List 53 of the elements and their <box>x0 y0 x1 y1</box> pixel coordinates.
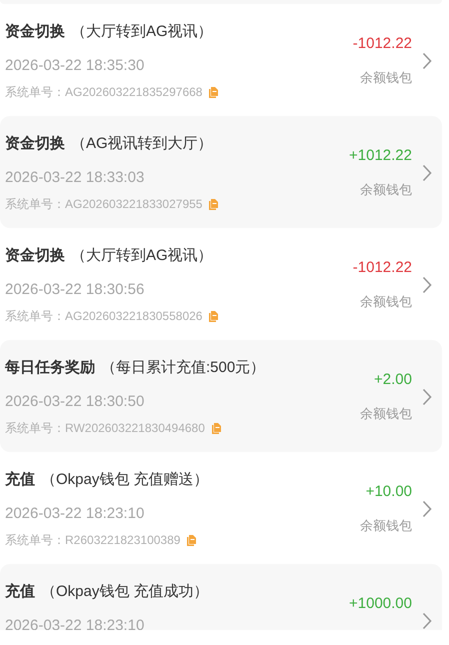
amount: +1012.22 <box>349 146 412 166</box>
chevron-right-icon[interactable] <box>422 276 432 294</box>
record-title: 充值 <box>5 470 35 490</box>
amount: -1012.22 <box>352 258 412 278</box>
record-time: 2026-03-22 18:30:50 <box>5 392 146 412</box>
record-time: 2026-03-22 18:35:30 <box>5 56 146 76</box>
copy-icon[interactable] <box>187 534 196 546</box>
chevron-right-icon[interactable] <box>422 388 432 406</box>
record-detail: （AG视讯转到大厅） <box>71 134 213 154</box>
order-number: RW202603221830494680 <box>65 420 205 437</box>
chevron-right-icon[interactable] <box>422 500 432 518</box>
order-number: AG202603221835297668 <box>65 84 202 101</box>
wallet-label: 余额钱包 <box>360 517 412 535</box>
amount: -1012.22 <box>352 34 412 54</box>
order-label: 系统单号： <box>5 308 65 325</box>
transaction-card[interactable]: 每日任务奖励 （每日累计充值:500元） 2026-03-22 18:30:50 系统单号：RW202603221830494680 +2.00 余额钱包 <box>0 340 442 452</box>
record-time: 2026-03-22 18:23:10 <box>5 616 146 630</box>
order-label: 系统单号： <box>5 84 65 101</box>
record-title: 资金切换 <box>5 246 65 266</box>
order-label: 系统单号： <box>5 420 65 437</box>
record-title: 充值 <box>5 582 35 602</box>
copy-icon[interactable] <box>212 422 221 434</box>
wallet-label: 余额钱包 <box>360 181 412 199</box>
order-label: 系统单号： <box>5 196 65 213</box>
transaction-card[interactable]: 资金切换 （AG视讯转到大厅） 2026-03-22 18:33:03 系统单号：AG202603221833027955 +1012.22 余额钱包 <box>0 116 442 228</box>
order-number: AG202603221833027955 <box>65 196 202 213</box>
amount: +1000.00 <box>349 594 412 614</box>
wallet-label: 余额钱包 <box>360 69 412 87</box>
record-time: 2026-03-22 18:30:56 <box>5 280 146 300</box>
wallet-label: 余额钱包 <box>360 293 412 311</box>
record-time: 2026-03-22 18:33:03 <box>5 168 146 188</box>
record-detail: （每日累计充值:500元） <box>101 358 266 378</box>
record-title: 资金切换 <box>5 134 65 154</box>
record-detail: （大厅转到AG视讯） <box>71 22 213 42</box>
record-detail: （Okpay钱包 充值赠送） <box>41 470 209 490</box>
order-label: 系统单号： <box>5 532 65 549</box>
copy-icon[interactable] <box>209 86 218 98</box>
wallet-label: 余额钱包 <box>360 405 412 423</box>
transaction-card[interactable]: 充值 （Okpay钱包 充值成功） 2026-03-22 18:23:10 +1000.00 <box>0 564 442 630</box>
order-number: AG202603221830558026 <box>65 308 202 325</box>
copy-icon[interactable] <box>209 310 218 322</box>
copy-icon[interactable] <box>209 198 218 210</box>
order-number: R2603221823100389 <box>65 532 180 549</box>
record-title: 每日任务奖励 <box>5 358 95 378</box>
amount: +2.00 <box>374 370 412 390</box>
chevron-right-icon[interactable] <box>422 612 432 630</box>
record-detail: （Okpay钱包 充值成功） <box>41 582 209 602</box>
chevron-right-icon[interactable] <box>422 52 432 70</box>
record-time: 2026-03-22 18:23:10 <box>5 504 146 524</box>
chevron-right-icon[interactable] <box>422 164 432 182</box>
amount: +10.00 <box>366 482 412 502</box>
record-title: 资金切换 <box>5 22 65 42</box>
record-detail: （大厅转到AG视讯） <box>71 246 213 266</box>
